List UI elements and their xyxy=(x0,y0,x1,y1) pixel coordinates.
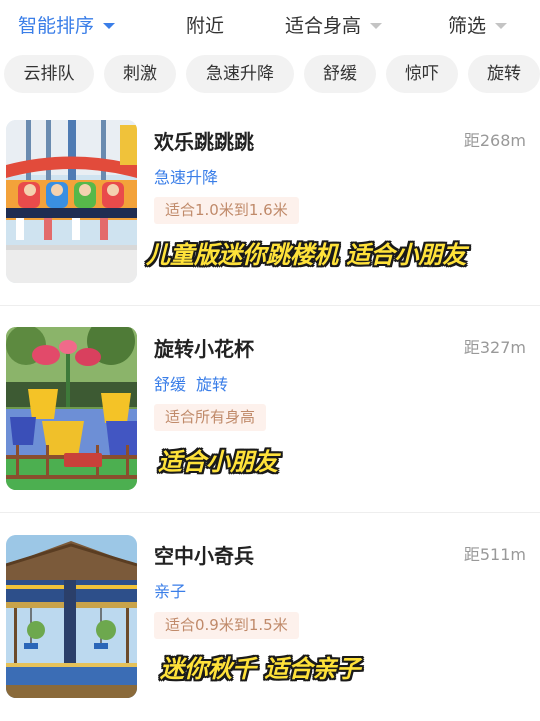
ride-name: 空中小奇兵 xyxy=(154,544,254,568)
overlay-caption: 儿童版迷你跳楼机 适合小朋友 xyxy=(146,241,467,269)
ride-tag: 舒缓 xyxy=(154,375,187,394)
ride-photo-3 xyxy=(6,535,137,698)
height-requirement-badge: 适合1.0米到1.6米 xyxy=(154,197,299,224)
ride-name: 欢乐跳跳跳 xyxy=(154,130,254,154)
ride-name: 旋转小花杯 xyxy=(154,337,254,361)
teacup-ride-image xyxy=(6,327,137,490)
ride-card-3[interactable]: 空中小奇兵 距511m 亲子 适合0.9米到1.5米 迷你秋千 适合亲子 xyxy=(0,513,540,721)
ride-tag: 亲子 xyxy=(154,582,187,601)
height-requirement-badge: 适合0.9米到1.5米 xyxy=(154,612,299,639)
ride-distance: 距327m xyxy=(463,338,526,357)
carousel-swing-image xyxy=(6,535,137,698)
ride-tags: 急速升降 xyxy=(154,164,218,188)
ride-tag: 急速升降 xyxy=(154,168,219,187)
ride-distance: 距511m xyxy=(463,545,526,564)
ride-card-1[interactable]: 欢乐跳跳跳 距268m 急速升降 适合1.0米到1.6米 儿童版迷你跳楼机 适合… xyxy=(0,0,540,305)
ride-card-2[interactable]: 旋转小花杯 距327m 舒缓 旋转 适合所有身高 适合小朋友 xyxy=(0,306,540,512)
ride-photo-2 xyxy=(6,327,137,490)
ride-photo-1 xyxy=(6,120,137,283)
overlay-caption: 迷你秋千 适合亲子 xyxy=(160,655,361,683)
height-requirement-badge: 适合所有身高 xyxy=(154,404,267,431)
ride-tags: 舒缓 旋转 xyxy=(154,371,228,395)
overlay-caption: 适合小朋友 xyxy=(158,448,278,476)
ride-distance: 距268m xyxy=(463,131,526,150)
ride-tags: 亲子 xyxy=(154,578,186,602)
ride-tag: 旋转 xyxy=(196,375,229,394)
drop-tower-image xyxy=(6,120,137,283)
